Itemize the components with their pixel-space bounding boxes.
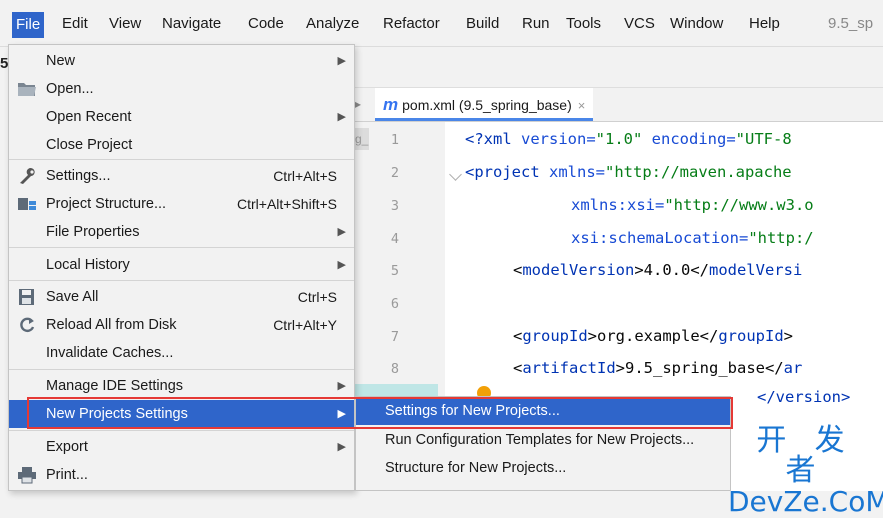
fold-marker-icon[interactable] <box>449 168 462 181</box>
tab-overflow-icon[interactable]: ▸ <box>355 88 369 121</box>
code-line-4: xsi:schemaLocation="http:/ <box>571 229 814 247</box>
line-number: 7 <box>390 329 400 345</box>
chevron-right-icon: ▶ <box>337 226 346 238</box>
folder-icon <box>17 80 37 98</box>
code-line-7: <groupId>org.example</groupId> <box>513 327 793 345</box>
menu-item-save-all[interactable]: Save All Ctrl+S <box>9 283 354 311</box>
chevron-right-icon: ▶ <box>337 259 346 271</box>
menu-separator <box>9 430 354 431</box>
close-icon[interactable]: × <box>578 98 586 113</box>
menu-window[interactable]: Window <box>670 13 723 35</box>
toolbar-strip <box>355 47 883 88</box>
project-structure-icon <box>17 195 37 213</box>
menu-navigate[interactable]: Navigate <box>162 13 221 35</box>
menu-vcs[interactable]: VCS <box>624 13 655 35</box>
line-number: 3 <box>390 198 400 214</box>
code-line-1: <?xml version="1.0" encoding="UTF-8 <box>465 130 792 148</box>
menu-item-export[interactable]: Export ▶ <box>9 433 354 461</box>
menu-item-print[interactable]: Print... <box>9 461 354 489</box>
menu-item-open[interactable]: Open... <box>9 75 354 103</box>
tab-label: pom.xml (9.5_spring_base) <box>402 97 572 113</box>
menu-run[interactable]: Run <box>522 13 550 35</box>
menu-item-project-structure[interactable]: Project Structure... Ctrl+Alt+Shift+S <box>9 190 354 218</box>
watermark-line-1: 开 发 者 <box>756 424 855 487</box>
menu-item-invalidate-caches[interactable]: Invalidate Caches... <box>9 339 354 367</box>
line-number: 4 <box>390 231 400 247</box>
menu-separator <box>9 369 354 370</box>
menu-analyze[interactable]: Analyze <box>306 13 359 35</box>
line-number: 6 <box>390 296 400 312</box>
menu-item-close-project[interactable]: Close Project <box>9 131 354 159</box>
maven-file-icon: m <box>383 95 399 114</box>
menu-view[interactable]: View <box>109 13 141 35</box>
chevron-right-icon: ▶ <box>337 380 346 392</box>
menu-item-open-recent[interactable]: Open Recent ▶ <box>9 103 354 131</box>
menu-file[interactable]: File <box>12 12 45 38</box>
menu-edit[interactable]: Edit <box>62 13 88 35</box>
menu-item-local-history[interactable]: Local History ▶ <box>9 251 354 279</box>
editor-tab-bar: ▸ m pom.xml (9.5_spring_base) × <box>355 88 883 122</box>
menu-help[interactable]: Help <box>749 13 780 35</box>
menu-separator <box>9 280 354 281</box>
menu-item-new[interactable]: New ▶ <box>9 47 354 75</box>
code-line-9-tail: </version> <box>757 388 851 406</box>
menu-code[interactable]: Code <box>248 13 284 35</box>
watermark: 开 发 者 DevZe.CoM <box>728 422 883 516</box>
menu-item-reload-all[interactable]: Reload All from Disk Ctrl+Alt+Y <box>9 311 354 339</box>
code-line-8: <artifactId>9.5_spring_base</ar <box>513 359 803 377</box>
line-number: 1 <box>390 132 400 148</box>
wrench-icon <box>17 167 37 185</box>
reload-icon <box>17 316 37 334</box>
menu-separator <box>9 159 354 160</box>
code-line-3: xmlns:xsi="http://www.w3.o <box>571 196 814 214</box>
menu-refactor[interactable]: Refactor <box>383 13 440 35</box>
menu-bar: File Edit View Navigate Code Analyze Ref… <box>0 0 883 47</box>
window-title: 9.5_sp <box>828 15 874 32</box>
submenu-item-run-configuration-templates[interactable]: Run Configuration Templates for New Proj… <box>356 426 730 454</box>
line-number: 8 <box>390 361 400 377</box>
menu-build[interactable]: Build <box>466 13 499 35</box>
menu-tools[interactable]: Tools <box>566 13 601 35</box>
chevron-right-icon: ▶ <box>337 441 346 453</box>
chevron-right-icon: ▶ <box>337 111 346 123</box>
submenu-item-structure-for-new-projects[interactable]: Structure for New Projects... <box>356 454 730 482</box>
menu-separator <box>9 247 354 248</box>
tab-pom-xml[interactable]: m pom.xml (9.5_spring_base) × <box>375 88 594 121</box>
menu-item-file-properties[interactable]: File Properties ▶ <box>9 218 354 246</box>
menu-item-settings[interactable]: Settings... Ctrl+Alt+S <box>9 162 354 190</box>
line-number: 5 <box>390 263 400 279</box>
collapsed-panel-sliver: g_ <box>355 128 369 150</box>
save-icon <box>17 288 37 306</box>
code-line-5: <modelVersion>4.0.0</modelVersi <box>513 261 803 279</box>
chevron-right-icon: ▶ <box>337 55 346 67</box>
print-icon <box>17 466 37 484</box>
line-number: 2 <box>390 165 400 181</box>
code-line-2: <project xmlns="http://maven.apache <box>465 163 792 181</box>
highlight-annotation-box <box>27 397 733 429</box>
menu-item-manage-ide-settings[interactable]: Manage IDE Settings ▶ <box>9 372 354 400</box>
watermark-line-2: DevZe.CoM <box>728 485 883 518</box>
